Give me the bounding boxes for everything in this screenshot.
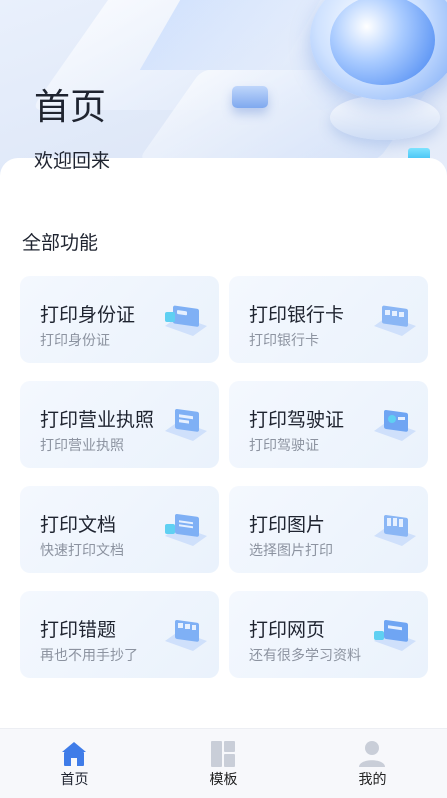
function-tile-driver-license[interactable]: 打印驾驶证 打印驾驶证 xyxy=(229,381,428,468)
bank-card-print-icon xyxy=(374,305,416,336)
webpage-print-icon xyxy=(374,619,416,651)
page-title: 首页 xyxy=(34,87,107,128)
template-icon xyxy=(211,741,235,767)
hero-decor-device xyxy=(232,86,268,108)
wrong-question-print-icon xyxy=(165,619,207,651)
tab-home[interactable]: 首页 xyxy=(0,729,149,798)
tile-subtitle: 打印驾驶证 xyxy=(249,438,319,454)
profile-icon xyxy=(359,741,385,767)
section-title: 全部功能 xyxy=(22,232,99,254)
home-icon xyxy=(62,742,86,766)
id-card-print-icon xyxy=(165,305,207,336)
tile-subtitle: 打印营业执照 xyxy=(40,438,124,454)
function-tile-bank-card[interactable]: 打印银行卡 打印银行卡 xyxy=(229,276,428,363)
document-print-icon xyxy=(165,513,207,546)
tile-title: 打印文档 xyxy=(40,514,117,536)
tile-title: 打印驾驶证 xyxy=(249,409,345,431)
bottom-tab-bar: 首页 模板 我的 xyxy=(0,728,447,798)
tile-subtitle: 还有很多学习资料 xyxy=(249,648,361,664)
tile-title: 打印营业执照 xyxy=(40,409,155,431)
image-print-icon xyxy=(374,514,416,546)
tab-label: 首页 xyxy=(60,772,89,788)
tab-label: 我的 xyxy=(358,772,387,788)
function-tile-business-license[interactable]: 打印营业执照 打印营业执照 xyxy=(20,381,219,468)
function-tile-wrong-question[interactable]: 打印错题 再也不用手抄了 xyxy=(20,591,219,678)
tile-title: 打印错题 xyxy=(40,619,117,641)
tab-profile[interactable]: 我的 xyxy=(298,729,447,798)
business-license-print-icon xyxy=(165,408,207,441)
function-tile-webpage[interactable]: 打印网页 还有很多学习资料 xyxy=(229,591,428,678)
tile-title: 打印身份证 xyxy=(40,304,136,326)
hero-orb-base xyxy=(330,95,440,140)
tab-label: 模板 xyxy=(209,772,238,788)
welcome-text: 欢迎回来 xyxy=(34,150,111,172)
driver-license-print-icon xyxy=(374,409,416,441)
tab-template[interactable]: 模板 xyxy=(149,729,298,798)
tile-title: 打印银行卡 xyxy=(249,304,345,326)
tile-title: 打印图片 xyxy=(249,514,326,536)
function-tile-id-card[interactable]: 打印身份证 打印身份证 xyxy=(20,276,219,363)
tile-subtitle: 打印身份证 xyxy=(40,333,110,349)
function-tile-document[interactable]: 打印文档 快速打印文档 xyxy=(20,486,219,573)
tile-title: 打印网页 xyxy=(249,619,326,641)
tile-subtitle: 快速打印文档 xyxy=(40,543,124,559)
tile-subtitle: 打印银行卡 xyxy=(249,333,319,349)
function-tile-image[interactable]: 打印图片 选择图片打印 xyxy=(229,486,428,573)
tile-subtitle: 选择图片打印 xyxy=(249,543,333,559)
tile-subtitle: 再也不用手抄了 xyxy=(40,648,138,664)
